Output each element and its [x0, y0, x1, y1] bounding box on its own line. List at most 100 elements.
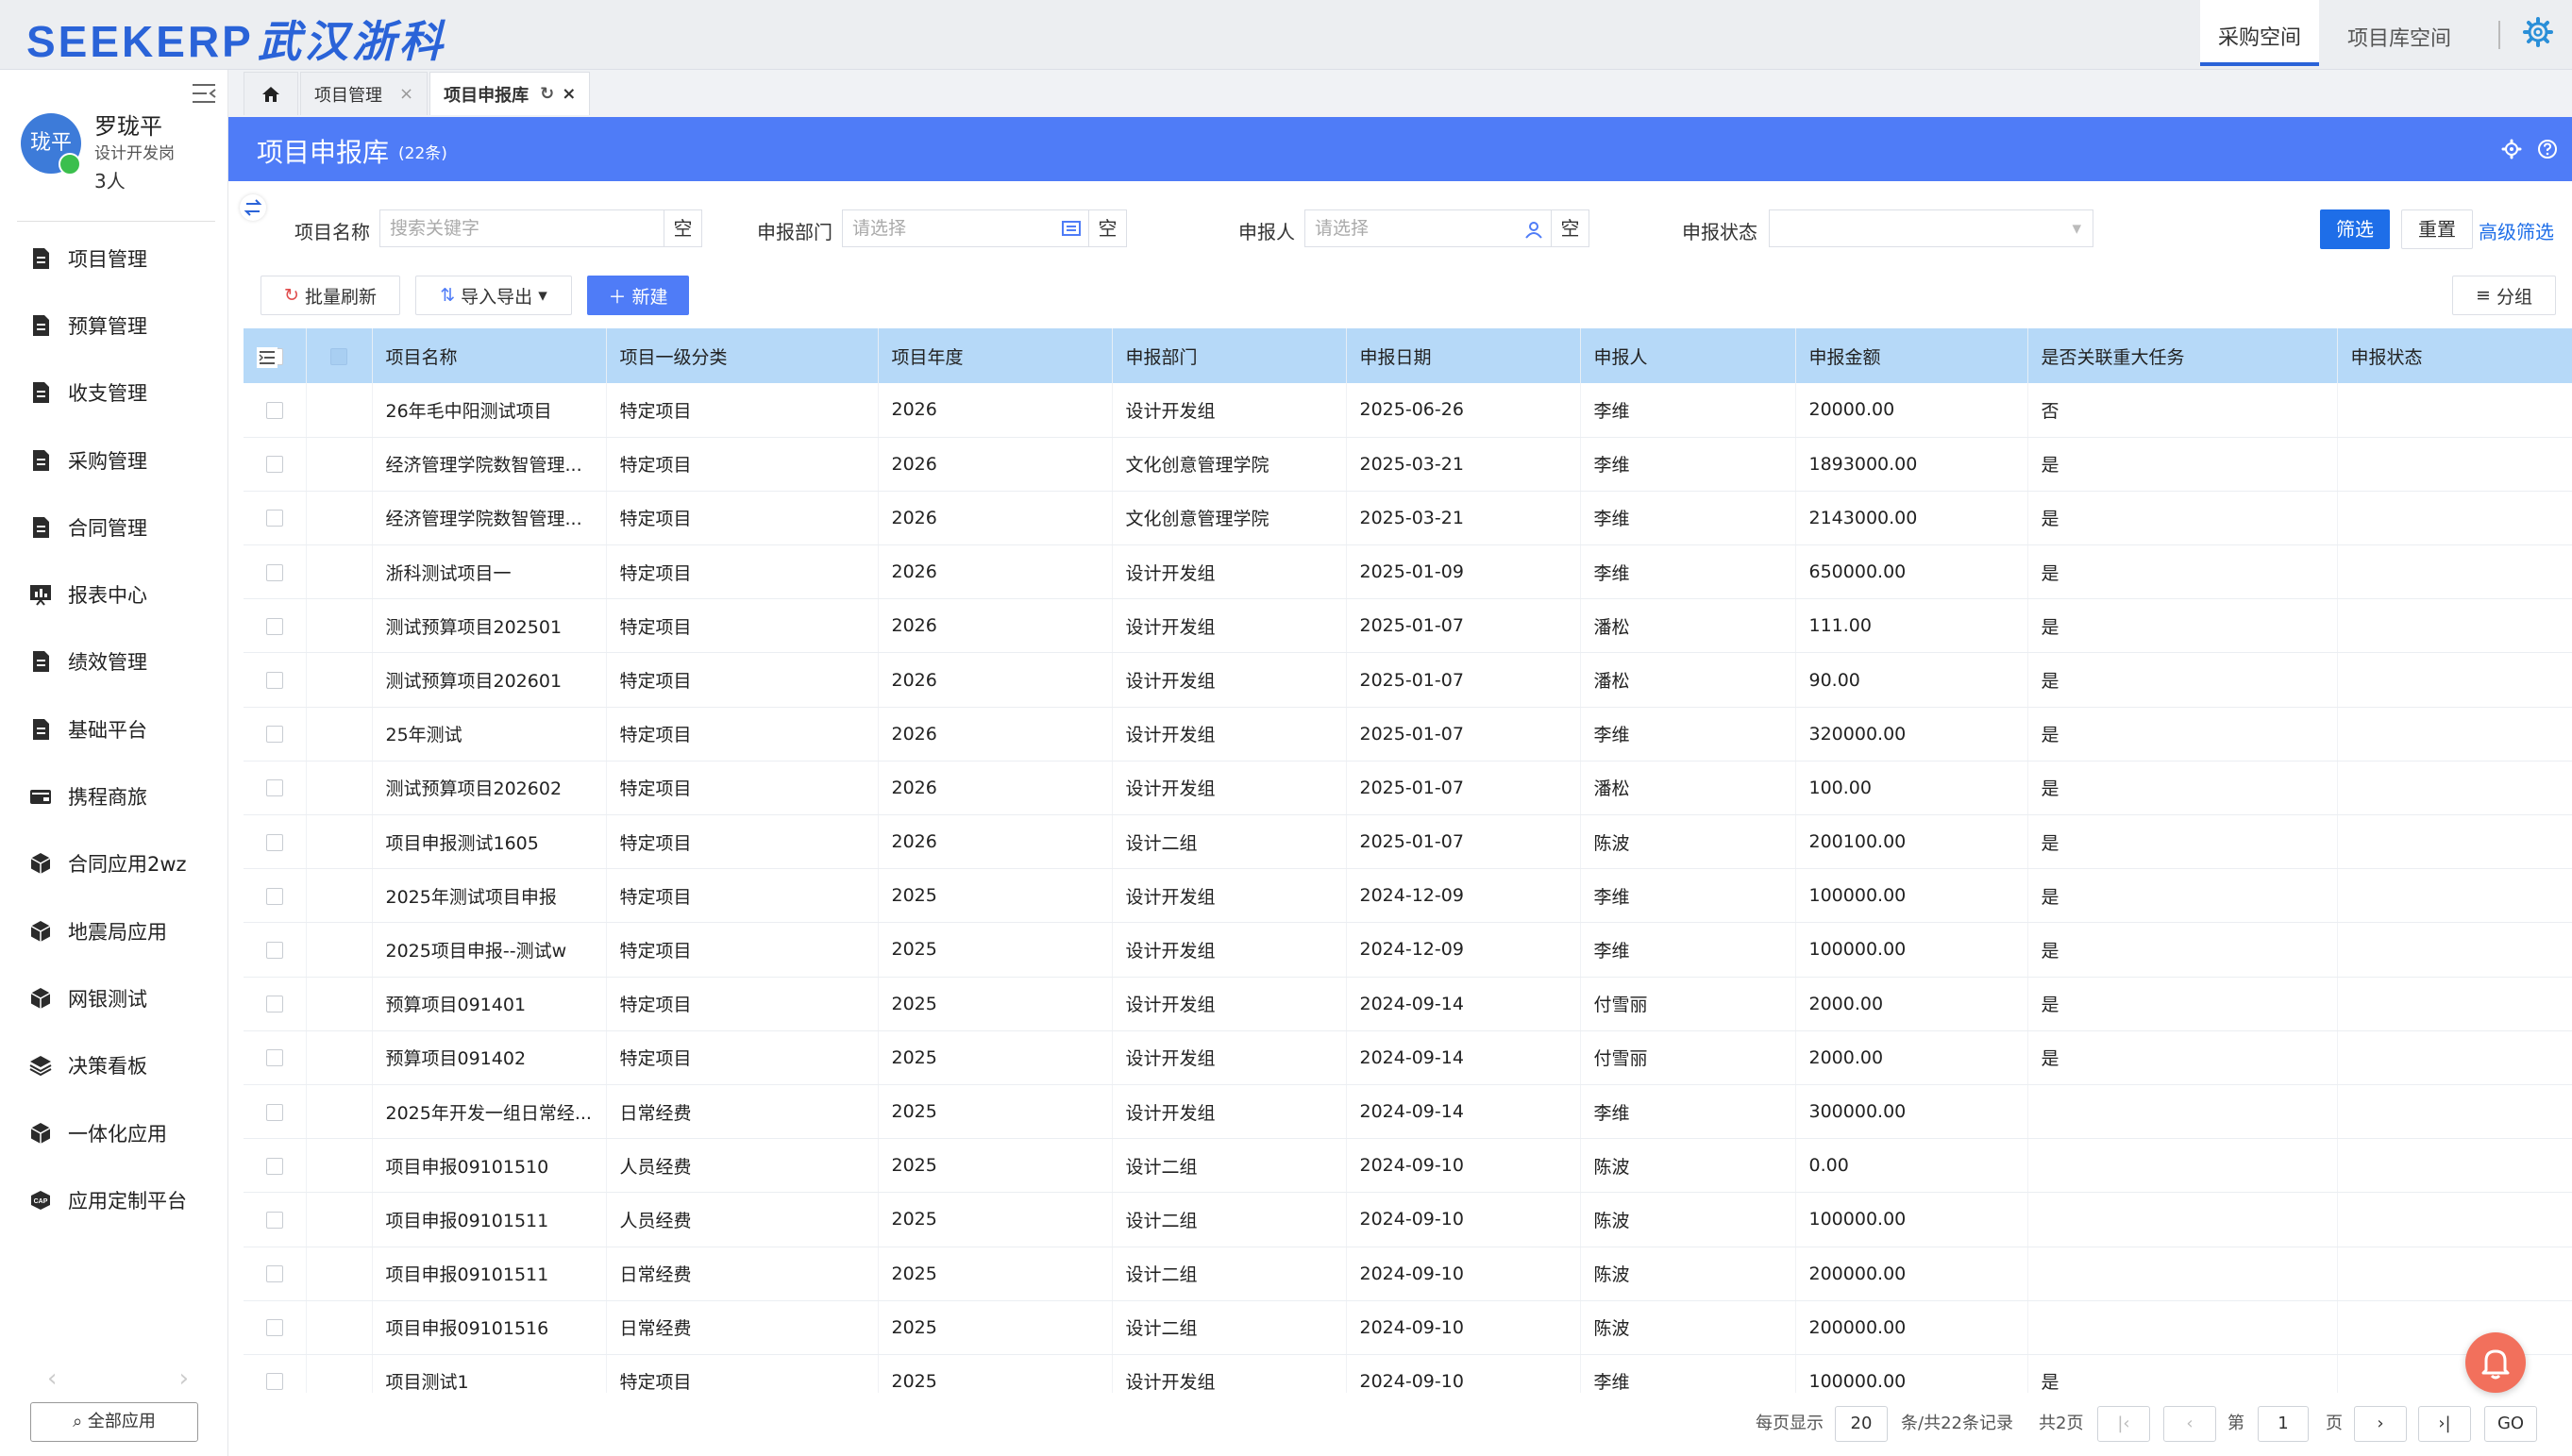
org-picker-icon[interactable]: [1062, 220, 1081, 237]
sidebar-item-10[interactable]: 合同应用2wz: [0, 830, 228, 897]
row-select-cell[interactable]: [244, 544, 307, 600]
clear-project-name-button[interactable]: 空: [664, 209, 702, 247]
row-checkbox[interactable]: [265, 401, 283, 419]
table-row[interactable]: 项目申报09101511 人员经费 2025 设计二组 2024-09-10 陈波 1000…: [244, 1192, 2572, 1247]
space-tab-procurement[interactable]: 采购空间: [2200, 0, 2319, 66]
table-row[interactable]: 项目申报09101511 日常经费 2025 设计二组 2024-09-10 陈波 2000…: [244, 1247, 2572, 1301]
batch-refresh-button[interactable]: ↻ 批量刷新: [261, 276, 400, 315]
row-checkbox[interactable]: [265, 941, 283, 959]
table-row[interactable]: 26年毛中阳测试项目 特定项目 2026 设计开发组 2025-06-26 李维 20000…: [244, 383, 2572, 438]
notification-bell-button[interactable]: [2465, 1332, 2526, 1393]
sidebar-item-11[interactable]: 地震局应用: [0, 897, 228, 964]
row-checkbox[interactable]: [265, 1265, 283, 1283]
close-icon[interactable]: ×: [562, 84, 576, 104]
row-checkbox[interactable]: [265, 1211, 283, 1229]
user-picker-icon[interactable]: [1524, 220, 1543, 239]
row-checkbox[interactable]: [265, 617, 283, 635]
table-row[interactable]: 浙科测试项目一 特定项目 2026 设计开发组 2025-01-09 李维 650000.0…: [244, 544, 2572, 600]
column-header[interactable]: 是否关联重大任务: [2027, 328, 2338, 383]
current-page-input[interactable]: 1: [2258, 1406, 2309, 1442]
table-row[interactable]: 25年测试 特定项目 2026 设计开发组 2025-01-07 李维 320000.00 是: [244, 707, 2572, 761]
table-row[interactable]: 项目申报09101510 人员经费 2025 设计二组 2024-09-10 陈波 0.00: [244, 1138, 2572, 1194]
row-checkbox[interactable]: [265, 726, 283, 744]
row-select-cell[interactable]: [244, 761, 307, 816]
sidebar-item-9[interactable]: 携程商旅: [0, 762, 228, 829]
row-checkbox[interactable]: [265, 563, 283, 581]
tab-project-management[interactable]: 项目管理 ×: [300, 72, 429, 115]
row-checkbox[interactable]: [265, 887, 283, 905]
sidebar-item-1[interactable]: 项目管理: [0, 225, 228, 292]
column-header[interactable]: 申报部门: [1112, 328, 1347, 383]
row-checkbox[interactable]: [265, 833, 283, 851]
all-apps-button[interactable]: ⌕ 全部应用: [30, 1402, 198, 1442]
row-select-cell[interactable]: [244, 383, 307, 438]
swap-icon[interactable]: [240, 194, 266, 221]
first-page-icon[interactable]: |‹: [2097, 1406, 2150, 1442]
table-row[interactable]: 2025年测试项目申报 特定项目 2025 设计开发组 2024-12-09 李维 1000…: [244, 868, 2572, 924]
row-checkbox[interactable]: [265, 996, 283, 1013]
table-cell[interactable]: 26年毛中阳测试项目: [372, 383, 607, 438]
per-page-input[interactable]: 20: [1835, 1406, 1888, 1442]
table-row[interactable]: 2025项目申报--测试w 特定项目 2025 设计开发组 2024-12-09 李维 10…: [244, 922, 2572, 978]
column-settings-icon[interactable]: [257, 347, 277, 368]
project-name-search-input[interactable]: 搜索关键字: [379, 209, 664, 247]
department-select[interactable]: 请选择: [842, 209, 1089, 247]
table-row[interactable]: 项目申报09101516 日常经费 2025 设计二组 2024-09-10 陈波 2000…: [244, 1300, 2572, 1355]
reset-button[interactable]: 重置: [2401, 209, 2473, 249]
column-header[interactable]: 申报状态: [2337, 328, 2572, 383]
table-cell[interactable]: 经济管理学院数智管理...: [372, 437, 607, 492]
table-row[interactable]: 经济管理学院数智管理... 特定项目 2026 文化创意管理学院 2025-03-21 李…: [244, 437, 2572, 492]
column-header[interactable]: 申报金额: [1795, 328, 2028, 383]
row-select-cell[interactable]: [244, 1138, 307, 1194]
row-select-cell[interactable]: [244, 652, 307, 708]
table-cell[interactable]: 预算项目091402: [372, 1030, 607, 1085]
new-button[interactable]: ＋新建: [587, 276, 689, 315]
row-select-cell[interactable]: [244, 1192, 307, 1247]
table-cell[interactable]: 2025项目申报--测试w: [372, 922, 607, 978]
advanced-filter-link[interactable]: 高级筛选: [2479, 217, 2554, 244]
last-page-icon[interactable]: ›|: [2418, 1406, 2471, 1442]
sidebar-item-15[interactable]: CAP 应用定制平台: [0, 1166, 228, 1233]
table-cell[interactable]: 2025年开发一组日常经...: [372, 1084, 607, 1140]
table-row[interactable]: 经济管理学院数智管理... 特定项目 2026 文化创意管理学院 2025-03-21 李…: [244, 491, 2572, 546]
collapse-sidebar-icon[interactable]: [191, 81, 217, 106]
column-header[interactable]: 申报人: [1580, 328, 1796, 383]
row-checkbox[interactable]: [265, 1319, 283, 1337]
applicant-select[interactable]: 请选择: [1304, 209, 1552, 247]
table-cell[interactable]: 项目测试1: [372, 1354, 607, 1393]
row-checkbox[interactable]: [265, 672, 283, 690]
row-checkbox[interactable]: [265, 1103, 283, 1121]
table-row[interactable]: 测试预算项目202602 特定项目 2026 设计开发组 2025-01-07 潘松 100…: [244, 761, 2572, 816]
table-row[interactable]: 项目申报测试1605 特定项目 2026 设计二组 2025-01-07 陈波 200100…: [244, 814, 2572, 870]
sidebar-item-2[interactable]: 预算管理: [0, 292, 228, 359]
table-row[interactable]: 测试预算项目202601 特定项目 2026 设计开发组 2025-01-07 潘松 90.…: [244, 652, 2572, 708]
import-export-button[interactable]: ⇅ 导入导出 ▾: [415, 276, 572, 315]
table-cell[interactable]: 2025年测试项目申报: [372, 868, 607, 924]
table-cell[interactable]: 浙科测试项目一: [372, 544, 607, 600]
row-select-cell[interactable]: [244, 1247, 307, 1301]
table-cell[interactable]: 测试预算项目202601: [372, 652, 607, 708]
space-tab-project-library[interactable]: 项目库空间: [2340, 0, 2459, 70]
row-checkbox[interactable]: [265, 1373, 283, 1391]
sidebar-item-14[interactable]: 一体化应用: [0, 1099, 228, 1166]
table-cell[interactable]: 项目申报09101516: [372, 1300, 607, 1355]
go-button[interactable]: GO: [2484, 1406, 2537, 1442]
prev-page-icon[interactable]: ‹: [2163, 1406, 2216, 1442]
column-header[interactable]: 项目一级分类: [606, 328, 879, 383]
sidebar-item-7[interactable]: 绩效管理: [0, 628, 228, 695]
chevron-left-icon[interactable]: ‹: [47, 1364, 57, 1393]
tab-project-application-library[interactable]: 项目申报库 ↻ ×: [429, 72, 591, 115]
row-checkbox[interactable]: [265, 456, 283, 474]
row-select-cell[interactable]: [244, 1354, 307, 1393]
column-header[interactable]: 申报日期: [1346, 328, 1581, 383]
row-select-cell[interactable]: [244, 1300, 307, 1355]
table-cell[interactable]: 预算项目091401: [372, 977, 607, 1031]
sidebar-item-3[interactable]: 收支管理: [0, 360, 228, 427]
sidebar-item-5[interactable]: 合同管理: [0, 494, 228, 561]
row-checkbox[interactable]: [265, 779, 283, 797]
refresh-icon[interactable]: ↻: [540, 84, 554, 104]
row-select-cell[interactable]: [244, 1084, 307, 1140]
clear-applicant-button[interactable]: 空: [1552, 209, 1589, 247]
table-cell[interactable]: 项目申报09101511: [372, 1247, 607, 1301]
close-icon[interactable]: ×: [399, 84, 413, 104]
